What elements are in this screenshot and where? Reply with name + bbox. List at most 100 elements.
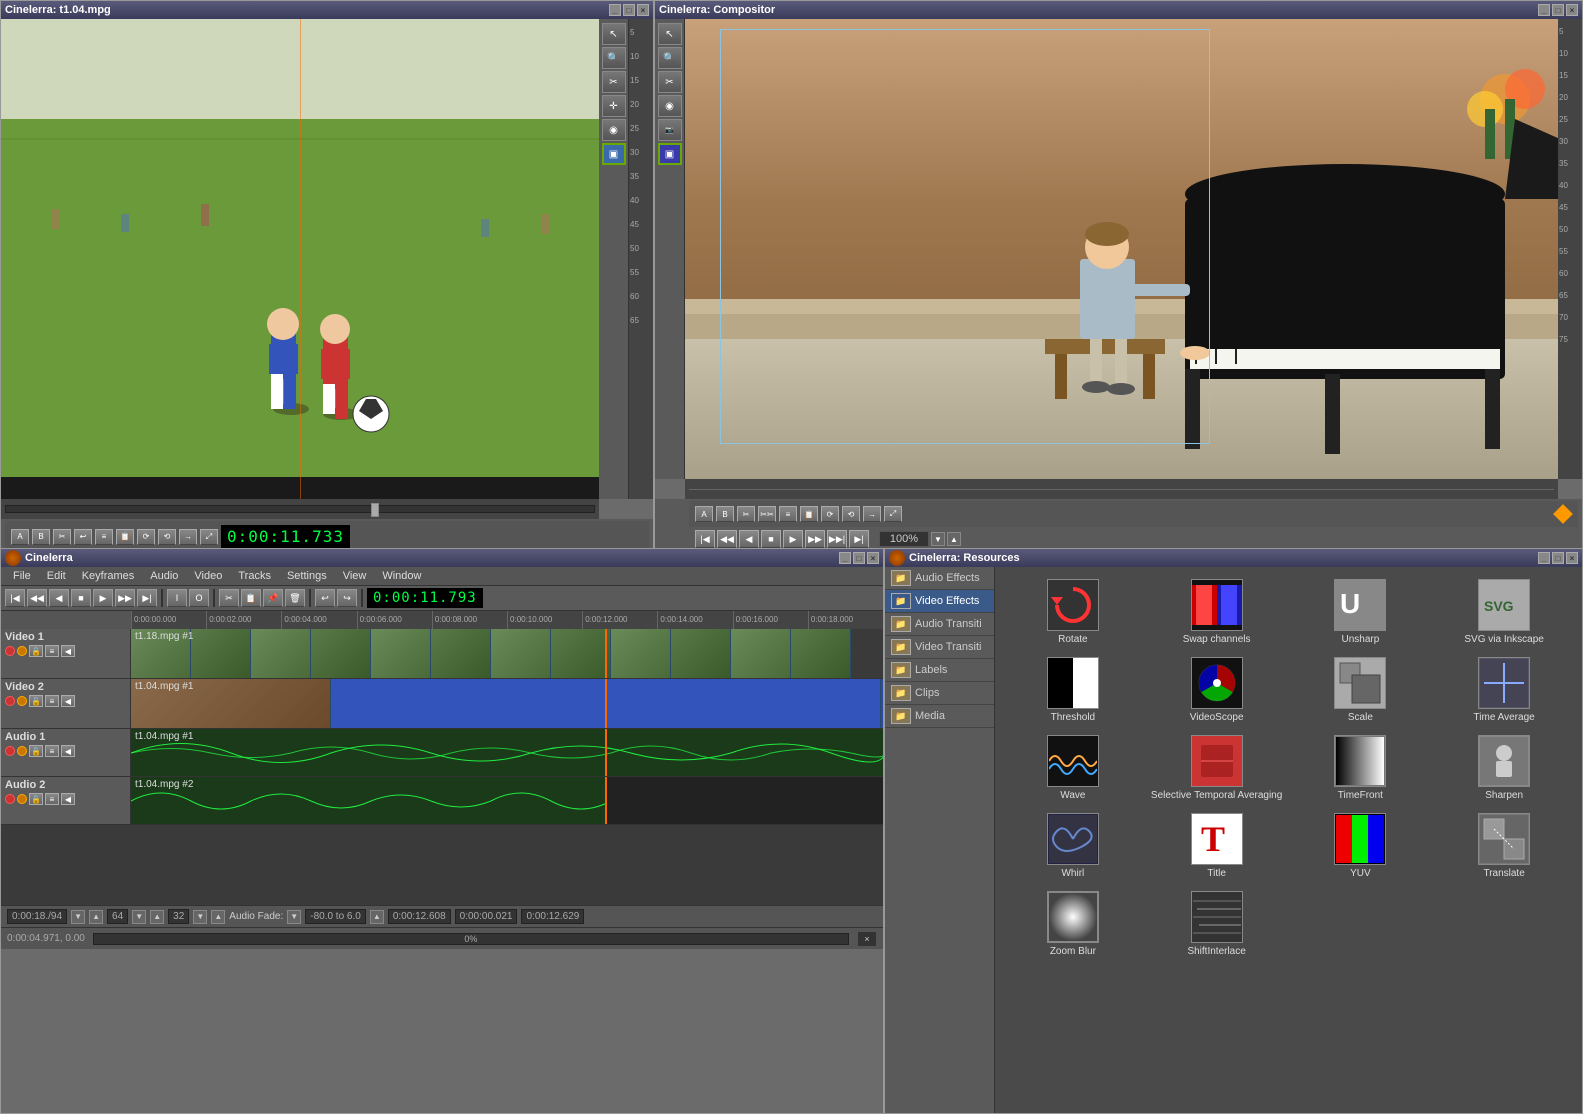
effect-unsharp[interactable]: U Unsharp: [1291, 575, 1431, 649]
tb-btn-ff[interactable]: ▶▶: [115, 589, 135, 607]
track-audio-1-mute-btn[interactable]: [17, 746, 27, 756]
res-cat-audio-trans[interactable]: 📁 Audio Transiti: [885, 613, 994, 636]
compositor-minimize-button[interactable]: _: [1538, 4, 1550, 16]
menu-file[interactable]: File: [5, 568, 39, 584]
res-cat-media[interactable]: 📁 Media: [885, 705, 994, 728]
zoom2-down[interactable]: ▼: [193, 910, 207, 924]
source-tool-zoom[interactable]: 🔍: [602, 47, 626, 69]
effect-selective[interactable]: Selective Temporal Averaging: [1147, 731, 1287, 805]
tb-btn-copy[interactable]: 📋: [241, 589, 261, 607]
source-btn-c[interactable]: ✂: [53, 529, 71, 545]
source-btn-e[interactable]: ≡: [95, 529, 113, 545]
tb-btn-cut[interactable]: ✂: [219, 589, 239, 607]
tb-btn-prev[interactable]: ◀◀: [27, 589, 47, 607]
compositor-close-button[interactable]: ×: [1566, 4, 1578, 16]
comp-btn-h[interactable]: ⟲: [842, 506, 860, 522]
menu-keyframes[interactable]: Keyframes: [74, 568, 143, 584]
track-video-1-record-btn[interactable]: [5, 646, 15, 656]
zoom1-up[interactable]: ▲: [150, 910, 164, 924]
track-video-1-mute-btn[interactable]: [17, 646, 27, 656]
comp-tool-camera[interactable]: 📷: [658, 119, 682, 141]
comp-btn-ff[interactable]: ▶▶: [805, 530, 825, 548]
track-audio-1-lock-btn[interactable]: 🔒: [29, 745, 43, 757]
res-cat-video-effects[interactable]: 📁 Video Effects: [885, 590, 994, 613]
time-left-up[interactable]: ▲: [89, 910, 103, 924]
comp-btn-a[interactable]: A: [695, 506, 713, 522]
track-video-1-lock-btn[interactable]: 🔒: [29, 645, 43, 657]
track-audio-1-expand-btn[interactable]: ◀: [61, 745, 75, 757]
tb-btn-paste[interactable]: 📌: [263, 589, 283, 607]
effect-shiftinterlace[interactable]: ShiftInterlace: [1147, 887, 1287, 961]
source-btn-f[interactable]: 📋: [116, 529, 134, 545]
comp-btn-stop[interactable]: ■: [761, 530, 781, 548]
track-video-2-lock-btn[interactable]: 🔒: [29, 695, 43, 707]
comp-btn-rewind[interactable]: |◀: [695, 530, 715, 548]
source-tool-pointer[interactable]: ↖: [602, 23, 626, 45]
track-audio-2-expand-btn[interactable]: ◀: [61, 793, 75, 805]
track-audio-2-record-btn[interactable]: [5, 794, 15, 804]
track-video-2-mix-btn[interactable]: ≡: [45, 695, 59, 707]
tb-btn-undo[interactable]: ↩: [315, 589, 335, 607]
resources-maximize-button[interactable]: □: [1552, 552, 1564, 564]
track-audio-2-lock-btn[interactable]: 🔒: [29, 793, 43, 805]
effect-zoom-blur[interactable]: Zoom Blur: [1003, 887, 1143, 961]
comp-btn-e[interactable]: ≡: [779, 506, 797, 522]
timeline-maximize-button[interactable]: □: [853, 552, 865, 564]
comp-btn-f[interactable]: 📋: [800, 506, 818, 522]
track-audio-2-content[interactable]: t1.04.mpg #2: [131, 777, 883, 824]
compositor-maximize-button[interactable]: □: [1552, 4, 1564, 16]
source-btn-h[interactable]: ⟲: [158, 529, 176, 545]
res-cat-video-trans[interactable]: 📁 Video Transiti: [885, 636, 994, 659]
tb-btn-in[interactable]: I: [167, 589, 187, 607]
source-minimize-button[interactable]: _: [609, 4, 621, 16]
tb-btn-back[interactable]: ◀: [49, 589, 69, 607]
effect-sharpen[interactable]: Sharpen: [1434, 731, 1574, 805]
tb-btn-stop[interactable]: ■: [71, 589, 91, 607]
source-tool-edit[interactable]: ✂: [602, 71, 626, 93]
source-btn-b[interactable]: B: [32, 529, 50, 545]
effect-wave[interactable]: Wave: [1003, 731, 1143, 805]
source-close-button[interactable]: ×: [637, 4, 649, 16]
res-cat-audio-effects[interactable]: 📁 Audio Effects: [885, 567, 994, 590]
effect-rotate[interactable]: Rotate: [1003, 575, 1143, 649]
comp-btn-c[interactable]: ✂: [737, 506, 755, 522]
audio-fade-up[interactable]: ▲: [370, 910, 384, 924]
comp-tool-active[interactable]: ▣: [658, 143, 682, 165]
effect-swap-channels[interactable]: Swap channels: [1147, 575, 1287, 649]
track-audio-1-record-btn[interactable]: [5, 746, 15, 756]
tb-btn-home[interactable]: |◀: [5, 589, 25, 607]
track-audio-2-mix-btn[interactable]: ≡: [45, 793, 59, 805]
menu-window[interactable]: Window: [374, 568, 429, 584]
comp-tool-eye[interactable]: ◉: [658, 95, 682, 117]
track-video-2-expand-btn[interactable]: ◀: [61, 695, 75, 707]
effect-title[interactable]: T Title: [1147, 809, 1287, 883]
track-audio-1-mix-btn[interactable]: ≡: [45, 745, 59, 757]
source-tool-eye[interactable]: ◉: [602, 119, 626, 141]
track-audio-2-mute-btn[interactable]: [17, 794, 27, 804]
time-left-down[interactable]: ▼: [71, 910, 85, 924]
track-video-1-mix-btn[interactable]: ≡: [45, 645, 59, 657]
tb-btn-play[interactable]: ▶: [93, 589, 113, 607]
res-cat-labels[interactable]: 📁 Labels: [885, 659, 994, 682]
comp-btn-d[interactable]: ✂✂: [758, 506, 776, 522]
track-video-1-content[interactable]: t1.18.mpg #1: [131, 629, 883, 678]
effect-whirl[interactable]: Whirl: [1003, 809, 1143, 883]
track-video-2-mute-btn[interactable]: [17, 696, 27, 706]
comp-btn-j[interactable]: ⤢: [884, 506, 902, 522]
effect-translate[interactable]: Translate: [1434, 809, 1574, 883]
tb-btn-end[interactable]: ▶|: [137, 589, 157, 607]
source-btn-i[interactable]: →: [179, 529, 197, 545]
timeline-close-progress[interactable]: ×: [857, 931, 877, 947]
effect-timefront[interactable]: TimeFront: [1291, 731, 1431, 805]
res-cat-clips[interactable]: 📁 Clips: [885, 682, 994, 705]
menu-video[interactable]: Video: [186, 568, 230, 584]
effect-threshold[interactable]: Threshold: [1003, 653, 1143, 727]
menu-audio[interactable]: Audio: [142, 568, 186, 584]
comp-tool-zoom[interactable]: 🔍: [658, 47, 682, 69]
comp-btn-prev[interactable]: ◀◀: [717, 530, 737, 548]
resources-close-button[interactable]: ×: [1566, 552, 1578, 564]
tb-btn-out[interactable]: O: [189, 589, 209, 607]
timeline-minimize-button[interactable]: _: [839, 552, 851, 564]
comp-btn-end[interactable]: ▶▶|: [827, 530, 847, 548]
zoom2-up[interactable]: ▲: [211, 910, 225, 924]
